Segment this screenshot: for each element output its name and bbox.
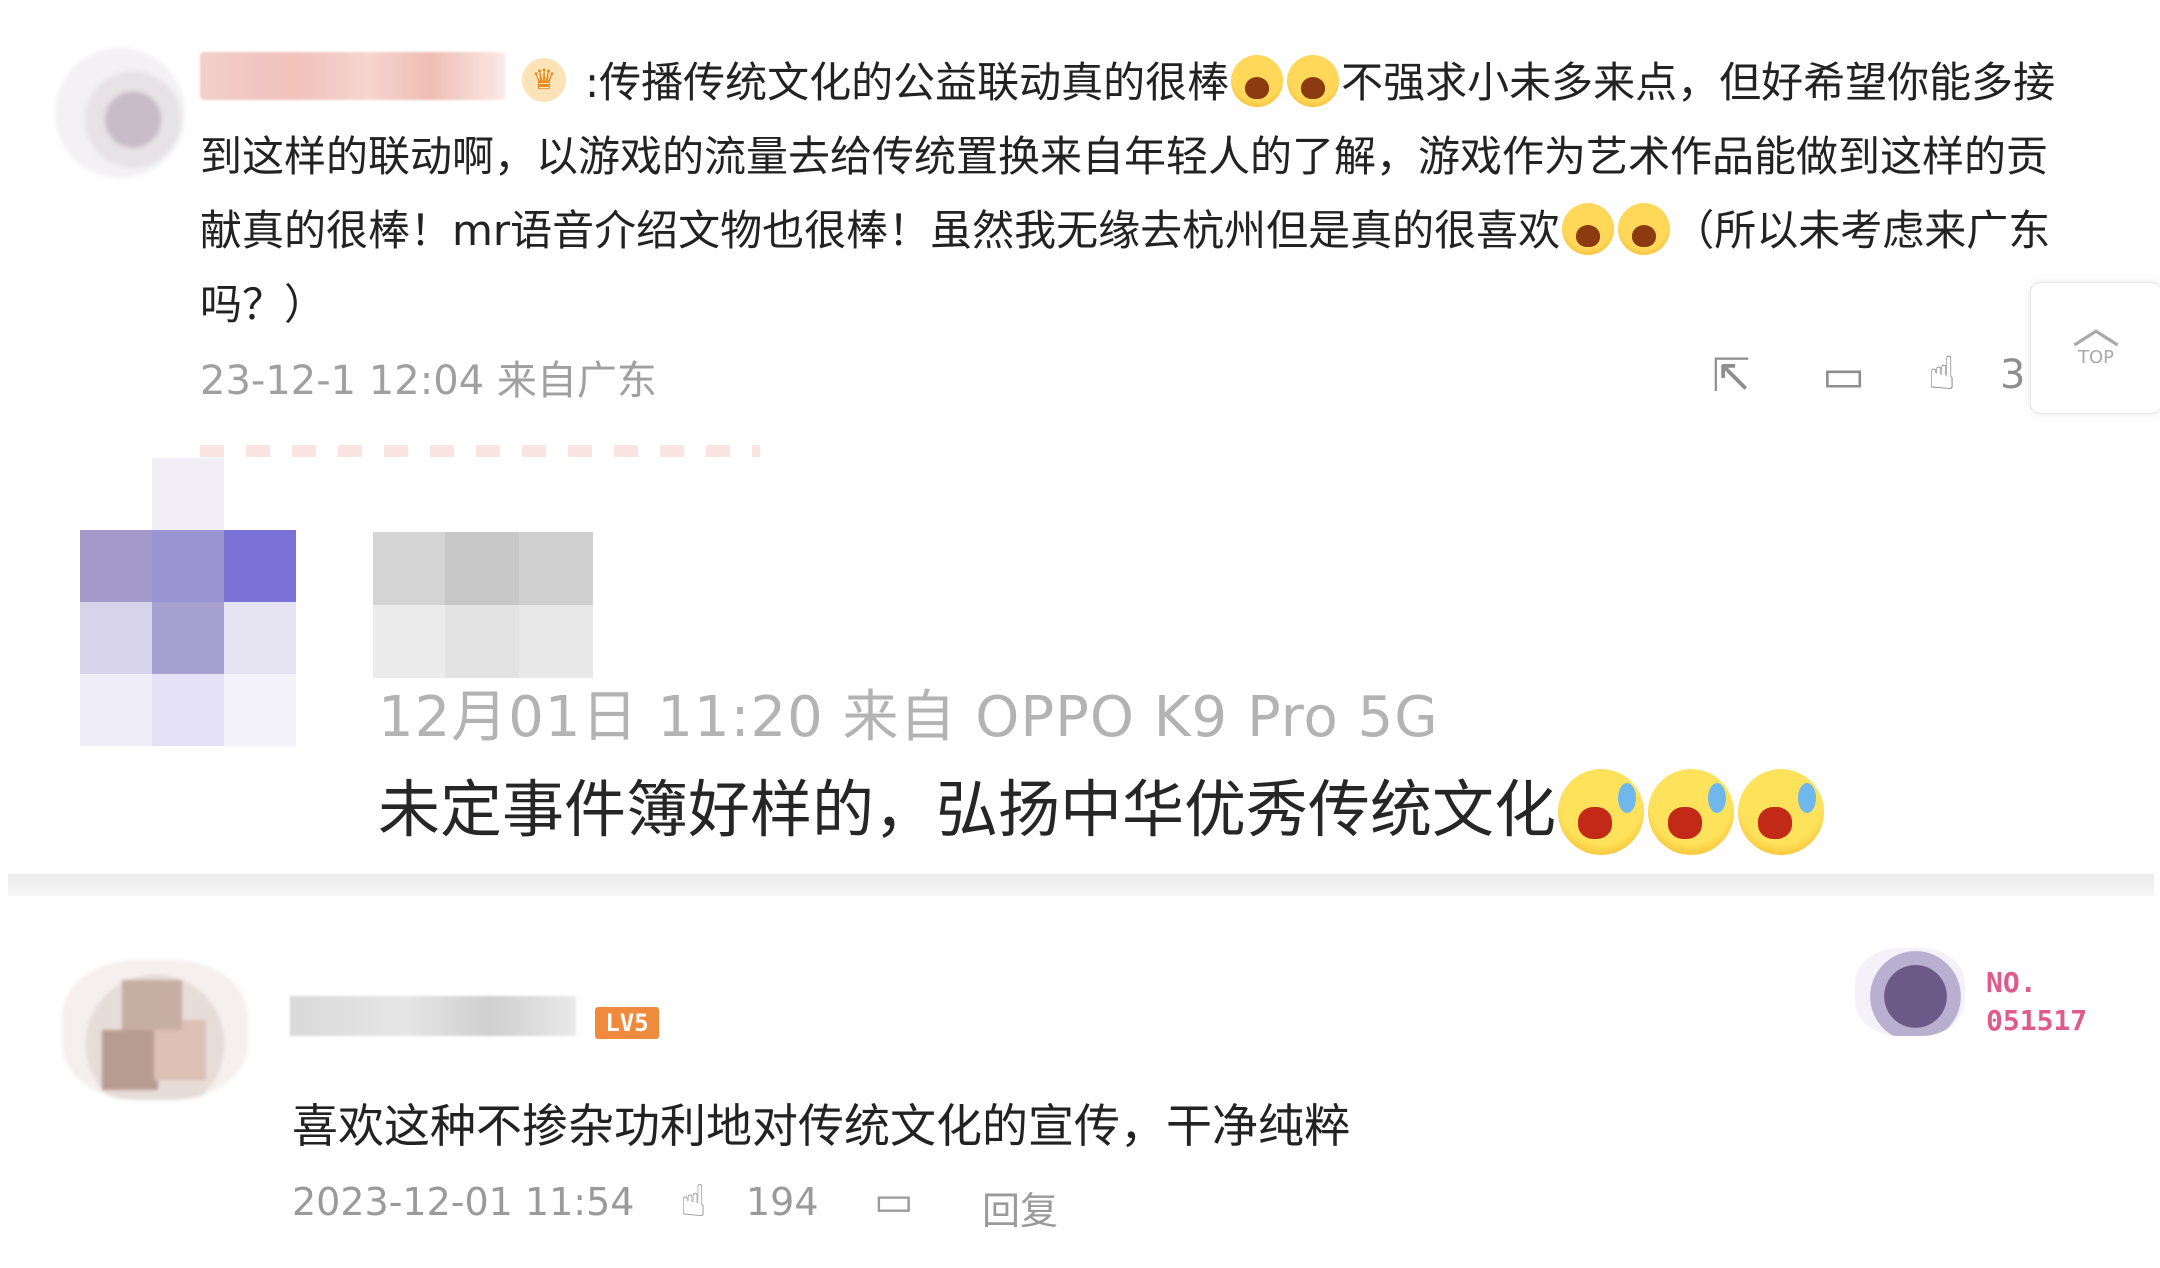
shout-emoji-icon	[1618, 203, 1671, 255]
comment-text: 未定事件簿好样的，弘扬中华优秀传统文化	[378, 765, 1826, 855]
username-blurred[interactable]	[373, 532, 593, 678]
like-icon[interactable]: ☝	[1928, 348, 1956, 398]
shout-emoji-icon	[1287, 55, 1340, 107]
fan-badge-number: NO. 051517	[1986, 966, 2088, 1037]
level-badge: LV5	[595, 1007, 659, 1039]
comment-icon[interactable]: ▭	[874, 1176, 914, 1225]
cropped-text-fragment	[200, 445, 760, 457]
comment-timestamp: 2023-12-01 11:54	[292, 1180, 635, 1224]
section-divider	[8, 874, 2154, 896]
share-icon[interactable]: ⇱	[1712, 350, 1751, 400]
crying-emoji-icon	[1558, 769, 1645, 855]
like-icon[interactable]: ☝	[680, 1176, 707, 1227]
comment-icon[interactable]: ▭	[1822, 350, 1865, 400]
reply-button[interactable]: 回复	[982, 1180, 1058, 1235]
avatar[interactable]	[80, 458, 380, 758]
crying-emoji-icon	[1648, 769, 1735, 855]
shout-emoji-icon	[1562, 203, 1615, 255]
like-count: 3	[2000, 352, 2026, 398]
top-label: TOP	[2077, 347, 2115, 368]
crying-emoji-icon	[1738, 769, 1825, 855]
comment-timestamp: 23-12-1 12:04 来自广东	[200, 358, 657, 404]
like-count: 194	[746, 1180, 819, 1224]
avatar[interactable]	[55, 48, 185, 178]
comment-timestamp: 12月01日 11:20 来自 OPPO K9 Pro 5G	[378, 685, 1439, 750]
comment-text: 喜欢这种不掺杂功利地对传统文化的宣传，干净纯粹	[292, 1099, 1350, 1153]
avatar[interactable]	[62, 960, 248, 1100]
shout-emoji-icon	[1231, 55, 1284, 107]
fan-badge-icon	[1855, 948, 1965, 1036]
username-blurred[interactable]	[290, 996, 576, 1036]
back-to-top-button[interactable]: ︿ TOP	[2030, 282, 2160, 414]
comment-text: :传播传统文化的公益联动真的很棒 不强求小未多来点，但好希望你能多接到这样的联动啊…	[200, 46, 2070, 342]
